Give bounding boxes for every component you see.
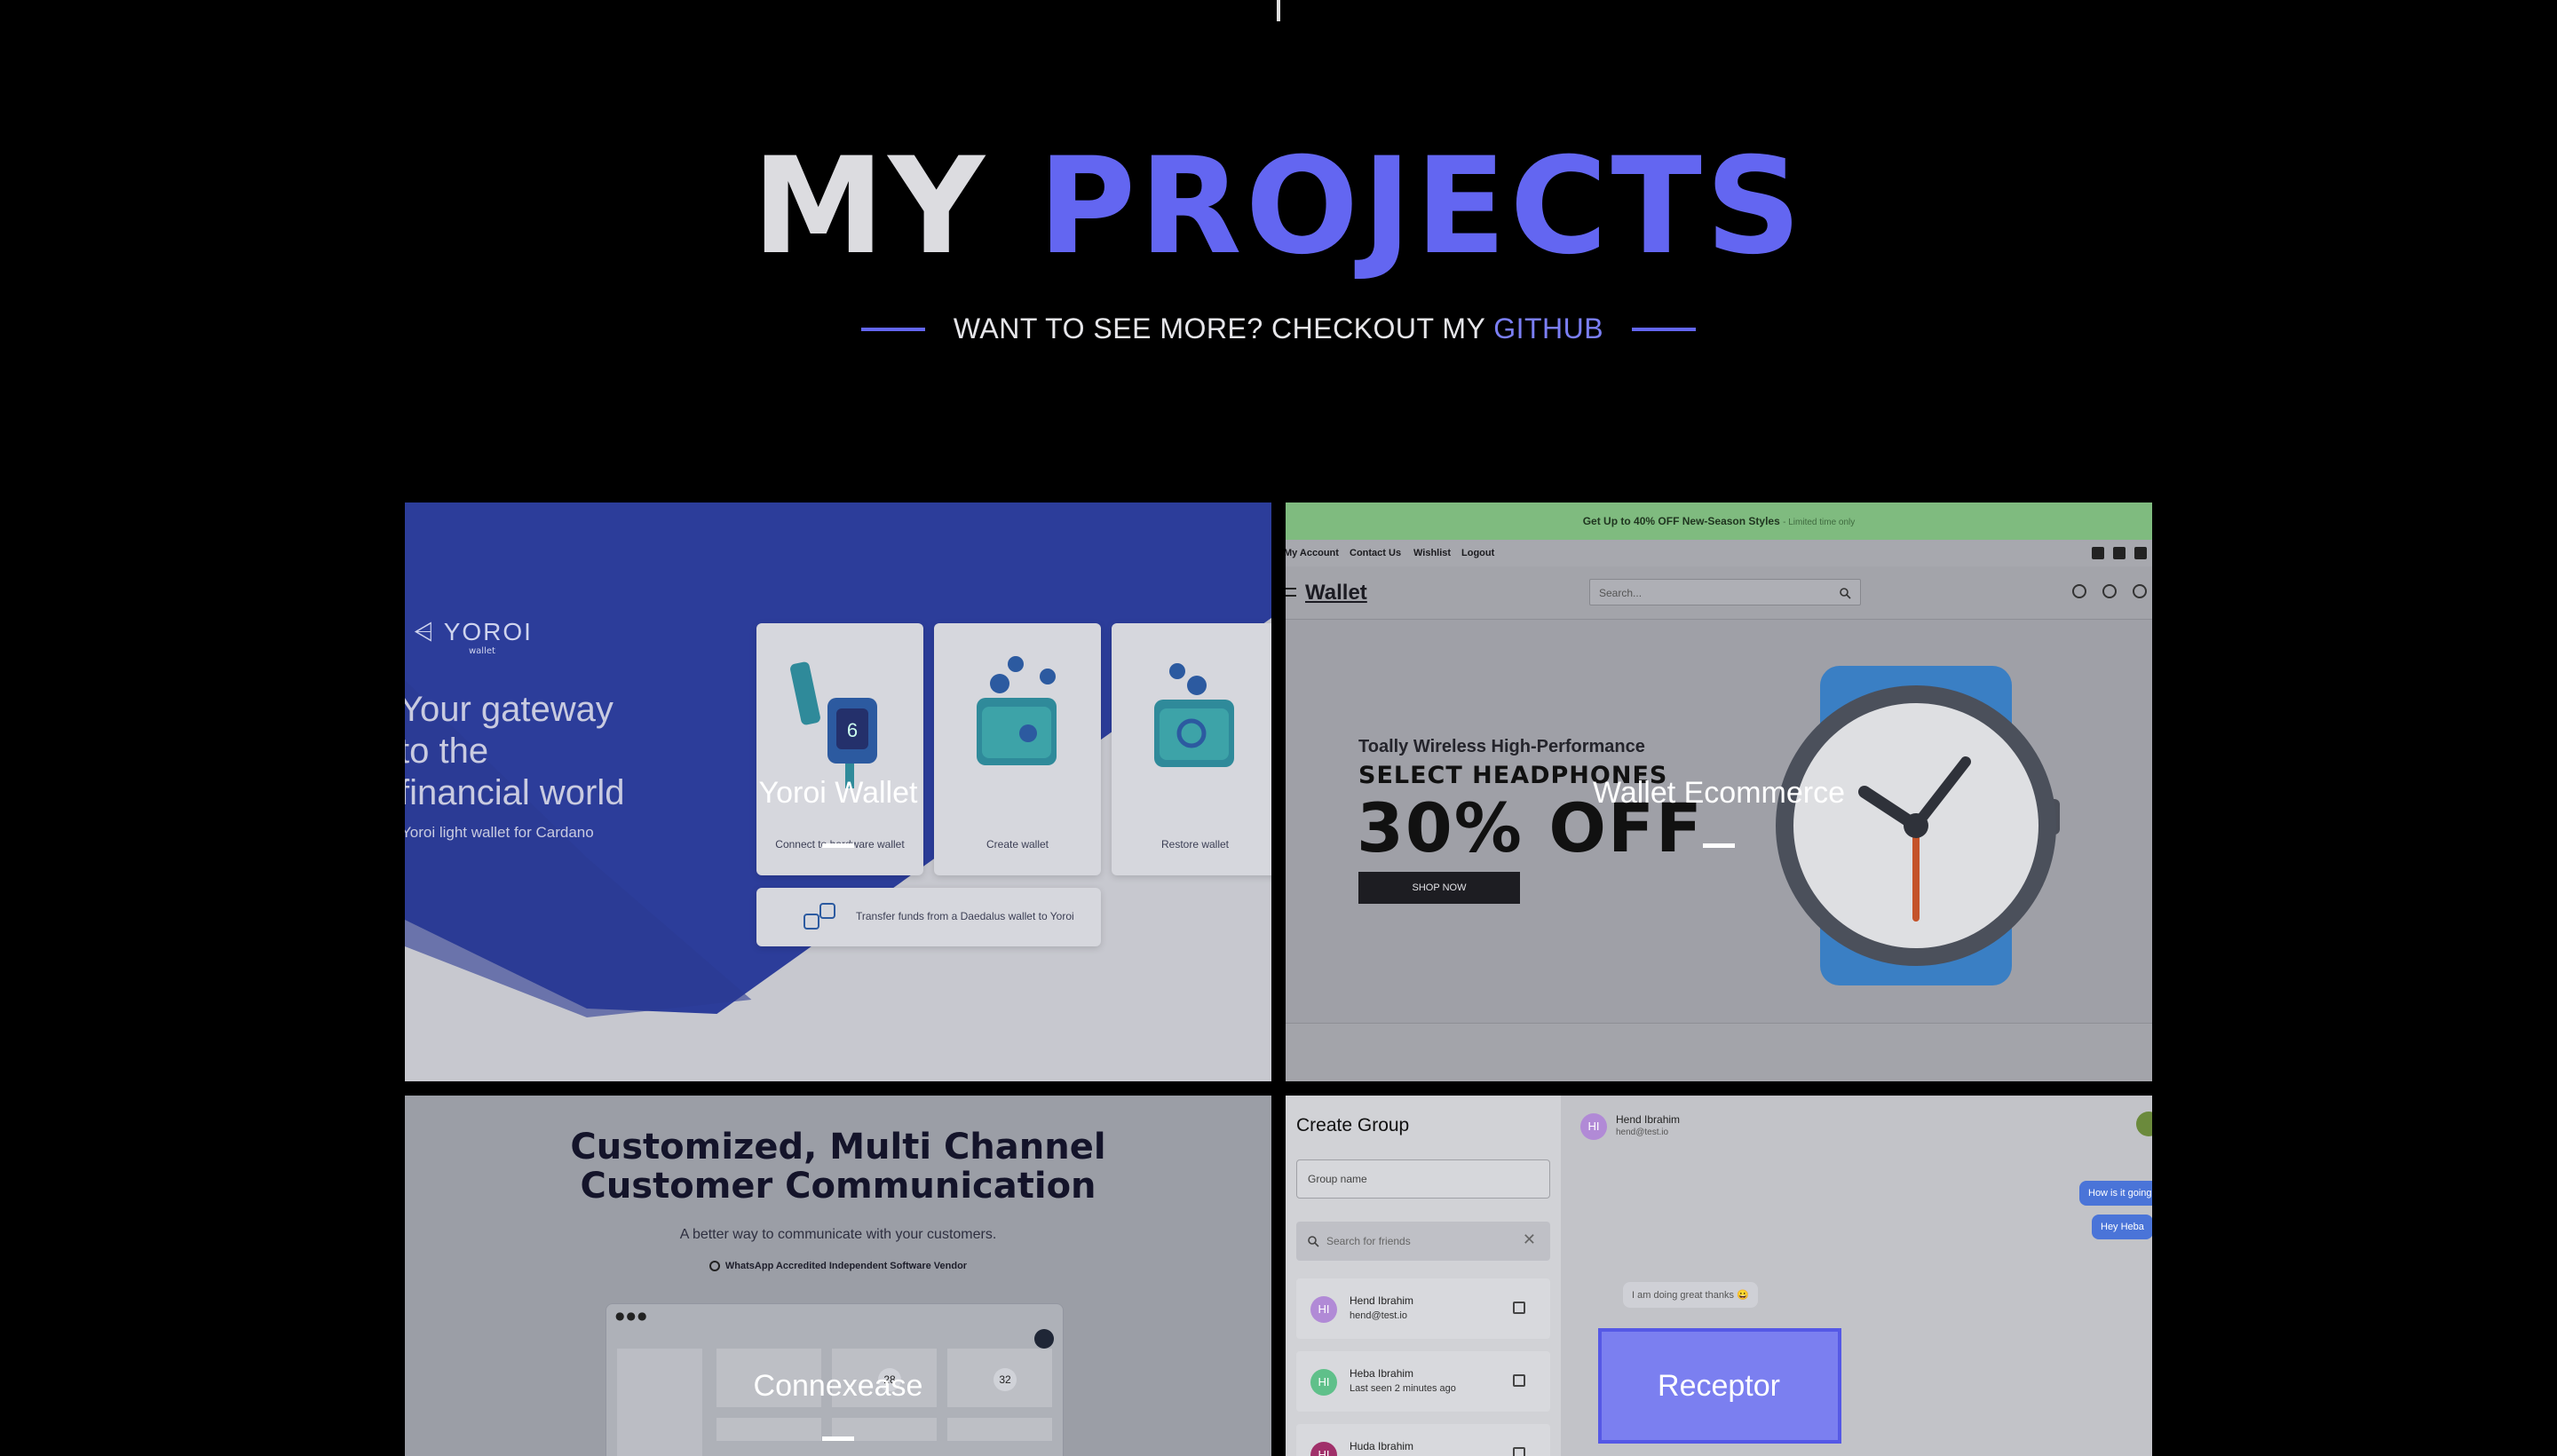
message-out: Hey Heba — [2092, 1215, 2152, 1239]
title-underline — [822, 843, 854, 848]
github-link[interactable]: GITHUB — [1493, 313, 1603, 344]
whatsapp-icon — [709, 1261, 720, 1272]
watch-icon — [1776, 666, 2060, 985]
whatsapp-badge: WhatsApp Accredited Independent Software… — [405, 1261, 1271, 1272]
heading-word-projects: PROJECTS — [1038, 130, 1805, 284]
yoroi-logo-sub: wallet — [469, 646, 495, 656]
link-my-account: My Account — [1286, 548, 1339, 558]
section-heading: MY PROJECTS — [0, 140, 2557, 273]
option-create-wallet: Create wallet — [934, 623, 1101, 875]
hardware-wallet-icon: 6 — [790, 661, 877, 788]
window-dots-icon: ●●● — [615, 1310, 649, 1322]
close-icon: ✕ — [1522, 1230, 1536, 1248]
user-icon — [2072, 584, 2086, 598]
project-title: Connexease — [753, 1369, 923, 1403]
connexease-headline: Customized, Multi Channel Customer Commu… — [570, 1127, 1106, 1207]
list-item: HI Huda Ibrahim — [1296, 1424, 1550, 1456]
store-search: Search... — [1589, 579, 1861, 605]
link-wishlist: Wishlist — [1413, 548, 1452, 558]
project-title: Wallet Ecommerce — [1592, 776, 1846, 810]
yoroi-tagline-sub: Yoroi light wallet for Cardano — [405, 824, 594, 841]
store-nav-icons — [2072, 584, 2147, 598]
social-icons — [2092, 547, 2147, 559]
yoroi-logo: ⩤ YOROI — [414, 618, 533, 645]
title-underline — [822, 1436, 854, 1441]
top-links-bar: My Account Contact Us Wishlist Logout — [1286, 540, 2152, 566]
cart-icon — [2133, 584, 2147, 598]
hero-subtitle: Toally Wireless High-Performance — [1358, 737, 1645, 756]
hero-bottom-strip — [1286, 1023, 2152, 1081]
project-card-wallet-ecommerce[interactable]: Get Up to 40% OFF New-Season Styles - Li… — [1286, 502, 2152, 1081]
store-navbar: Wallet Search... — [1286, 566, 2152, 620]
connexease-paragraph: A better way to communicate with your cu… — [679, 1227, 997, 1242]
scroll-indicator — [1277, 0, 1280, 21]
message-out: How is it going — [2079, 1181, 2152, 1206]
link-logout: Logout — [1461, 548, 1495, 558]
github-callout: WANT TO SEE MORE? CHECKOUT MY GITHUB — [0, 313, 2557, 345]
option-restore-wallet: Restore wallet — [1112, 623, 1271, 875]
project-title: Receptor — [1658, 1369, 1780, 1403]
message-in: I am doing great thanks 😀 — [1623, 1282, 1758, 1308]
store-brand: Wallet — [1305, 581, 1367, 605]
shop-now-button: SHOP NOW — [1358, 872, 1520, 904]
group-name-field: Group name — [1296, 1159, 1550, 1199]
mock-row — [716, 1418, 821, 1441]
divider-right — [1632, 327, 1697, 331]
heart-icon — [2102, 584, 2117, 598]
heading-word-my: MY — [752, 130, 988, 284]
create-group-title: Create Group — [1296, 1115, 1410, 1136]
divider-left — [860, 327, 925, 331]
avatar: HI — [1580, 1113, 1607, 1140]
friends-search: Search for friends ✕ — [1296, 1222, 1550, 1261]
project-card-yoroi-wallet[interactable]: ⩤ YOROI wallet Your gateway to the finan… — [405, 502, 1271, 1081]
menu-icon — [1286, 588, 1296, 597]
facebook-icon — [2092, 547, 2104, 559]
project-title: Yoroi Wallet — [758, 776, 918, 810]
transfer-icon — [804, 903, 835, 930]
create-wallet-icon — [977, 656, 1057, 765]
search-icon — [1840, 588, 1851, 599]
list-item: HI Hend Ibrahim hend@test.io — [1296, 1278, 1550, 1339]
project-card-connexease[interactable]: Customized, Multi Channel Customer Commu… — [405, 1096, 1271, 1456]
mock-row — [947, 1418, 1052, 1441]
checkbox — [1513, 1302, 1525, 1314]
project-card-receptor[interactable]: Create Group Group name Search for frien… — [1286, 1096, 2152, 1456]
logo-mark-icon: ⩤ — [414, 618, 444, 645]
avatar — [1034, 1329, 1054, 1349]
instagram-icon — [2134, 547, 2147, 559]
transfer-funds-banner: Transfer funds from a Daedalus wallet to… — [756, 888, 1101, 946]
avatar: HI — [1310, 1296, 1337, 1323]
link-contact-us: Contact Us — [1350, 548, 1402, 558]
github-callout-prefix: WANT TO SEE MORE? CHECKOUT MY — [953, 313, 1485, 344]
twitter-icon — [2113, 547, 2126, 559]
promo-banner: Get Up to 40% OFF New-Season Styles - Li… — [1286, 502, 2152, 540]
svg-text:6: 6 — [847, 719, 858, 741]
avatar: HI — [1310, 1442, 1337, 1456]
checkbox — [1513, 1447, 1525, 1456]
search-icon — [1308, 1236, 1319, 1247]
restore-wallet-icon — [1154, 663, 1234, 767]
option-connect-hardware: 6 Connect to hardware wallet — [756, 623, 923, 875]
github-callout-text: WANT TO SEE MORE? CHECKOUT MY GITHUB — [954, 313, 1603, 345]
title-underline — [1703, 843, 1735, 848]
avatar — [2136, 1112, 2152, 1136]
